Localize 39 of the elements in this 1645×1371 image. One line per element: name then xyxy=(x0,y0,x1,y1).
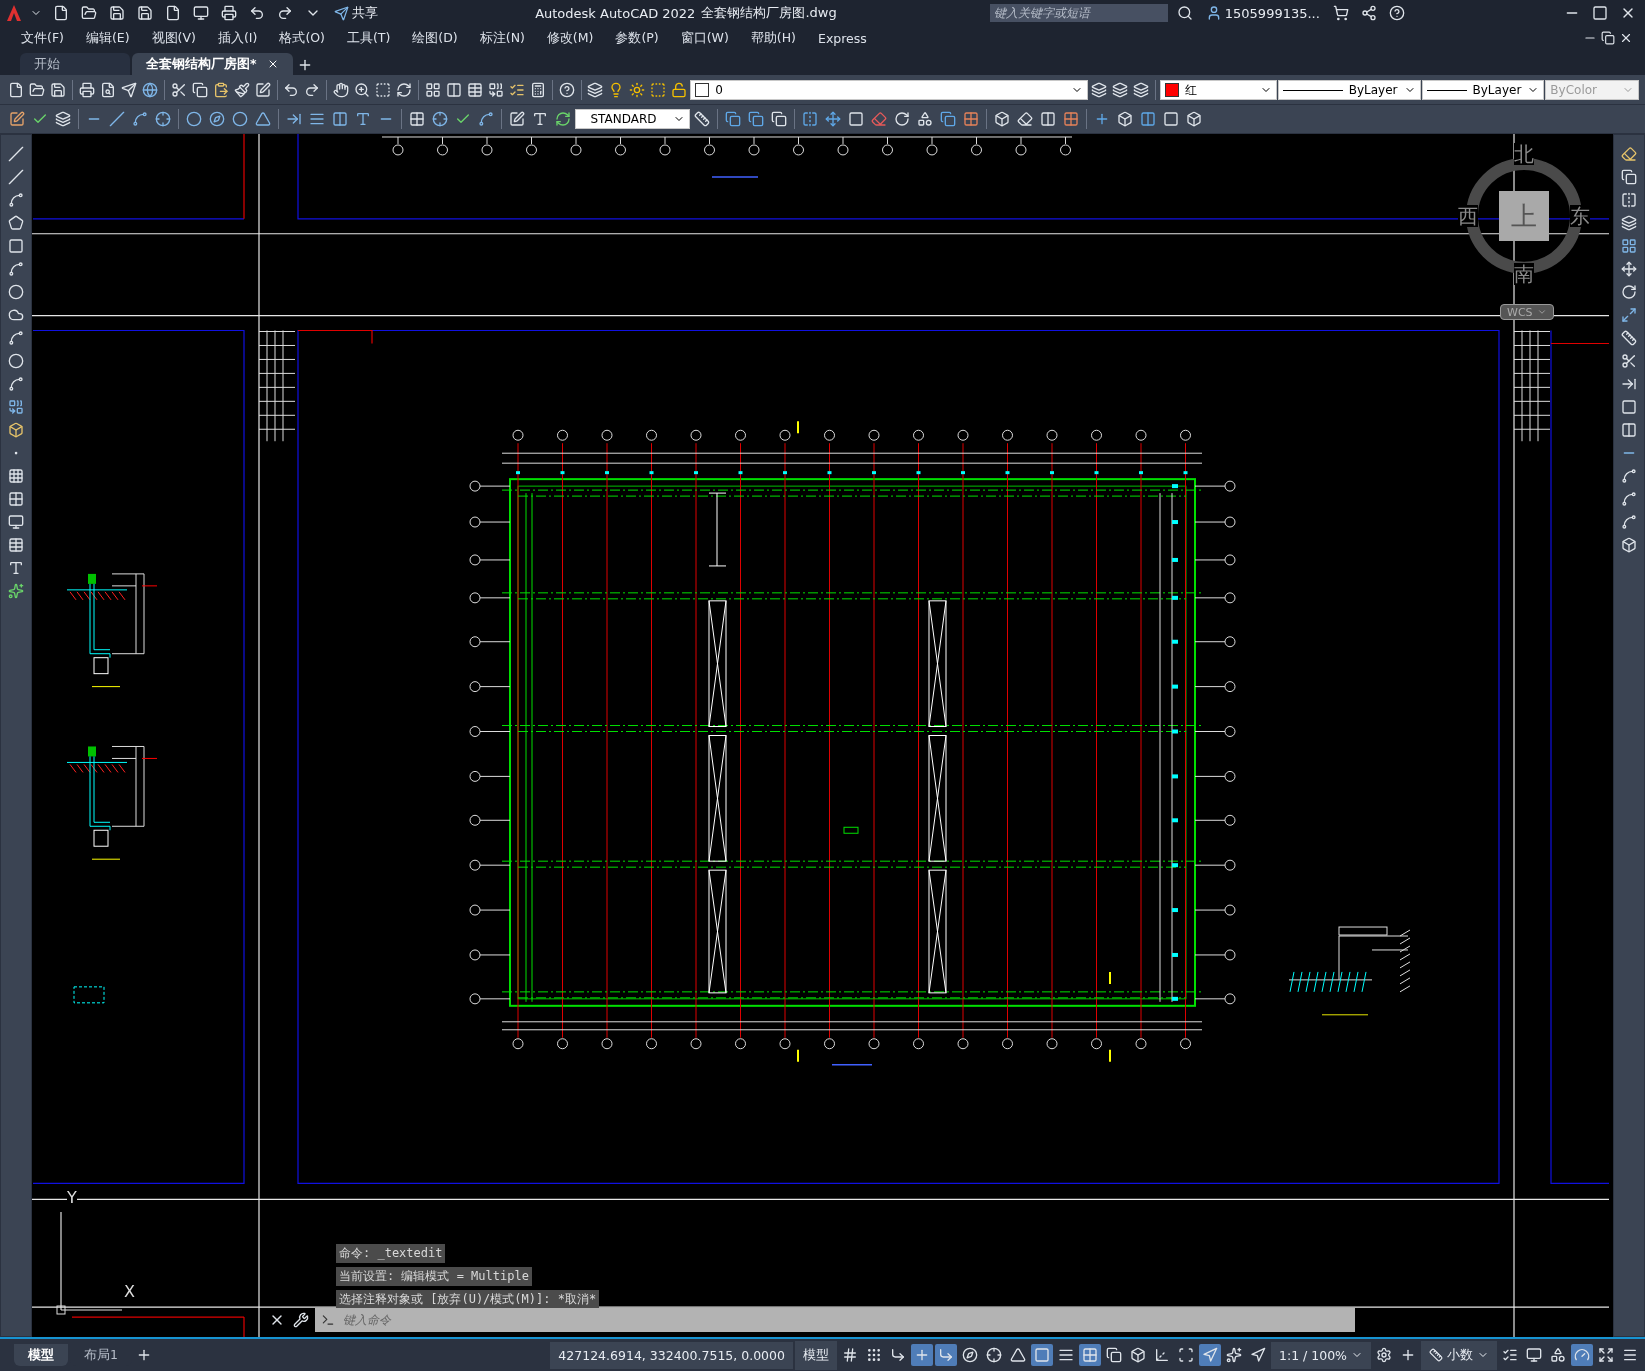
model-space-button[interactable]: 模型 xyxy=(795,1340,837,1370)
menu-item[interactable]: 修改(M) xyxy=(535,29,605,47)
lineweight-dropdown[interactable]: ByLayer xyxy=(1421,80,1545,100)
user-account-button[interactable]: 1505999135... xyxy=(1201,5,1324,21)
command-input-field[interactable]: 键入命令 xyxy=(341,1312,1349,1328)
axis-label: Y xyxy=(67,1190,77,1206)
menu-item[interactable]: 标注(N) xyxy=(468,29,536,47)
axis-label: X xyxy=(124,1284,135,1300)
document-tab[interactable]: 开始 xyxy=(20,53,130,75)
menu-item[interactable]: 工具(T) xyxy=(335,29,402,47)
menu-item[interactable]: 编辑(E) xyxy=(74,29,141,47)
layout-tab[interactable]: 模型 xyxy=(14,1344,68,1366)
document-tab[interactable]: 全套钢结构厂房图* xyxy=(132,53,293,75)
share-button[interactable]: 共享 xyxy=(330,4,382,22)
annotation-scale-button[interactable]: 1:1 / 100% xyxy=(1271,1341,1371,1369)
menu-item[interactable]: 帮助(H) xyxy=(739,29,807,47)
layer-dropdown[interactable]: 0 xyxy=(690,80,1089,100)
color-dropdown[interactable]: 红 xyxy=(1160,80,1277,100)
units-dropdown[interactable]: 小数 xyxy=(1421,1340,1497,1370)
coordinates-readout: 427124.6914, 332400.7515, 0.0000 xyxy=(550,1341,793,1369)
linetype-dropdown[interactable]: ByLayer xyxy=(1277,80,1421,100)
menu-item[interactable]: 视图(V) xyxy=(140,29,207,47)
menu-item[interactable]: 窗口(W) xyxy=(669,29,740,47)
menu-item[interactable]: 插入(I) xyxy=(206,29,269,47)
drawing-canvas[interactable]: 北 西 上 东 南 WCS Y X 命令: _textedit 当前设置: 编辑模式 = Multiple 选择注释对象或 [放弃(U)/模式(M)]: *取消* 键入命令 xyxy=(32,134,1613,1337)
menu-item[interactable]: 格式(O) xyxy=(268,29,336,47)
compass-label: 西 xyxy=(1458,205,1478,227)
menu-item[interactable]: Express xyxy=(807,30,878,46)
compass-label: 东 xyxy=(1570,205,1590,227)
compass-label: 北 xyxy=(1514,143,1534,165)
text-style-dropdown[interactable]: STANDARD xyxy=(575,109,690,129)
menu-item[interactable]: 参数(P) xyxy=(604,29,670,47)
search-field[interactable]: 键入关键字或短语 xyxy=(989,4,1168,22)
window-title: Autodesk AutoCAD 2022 xyxy=(535,5,696,21)
menu-item[interactable]: 文件(F) xyxy=(10,29,75,47)
file-name: 全套钢结构厂房图.dwg xyxy=(701,4,837,22)
menu-item[interactable]: 绘图(D) xyxy=(401,29,469,47)
compass-label: 南 xyxy=(1514,263,1534,285)
command-line-field[interactable]: 键入命令 xyxy=(315,1308,1355,1332)
